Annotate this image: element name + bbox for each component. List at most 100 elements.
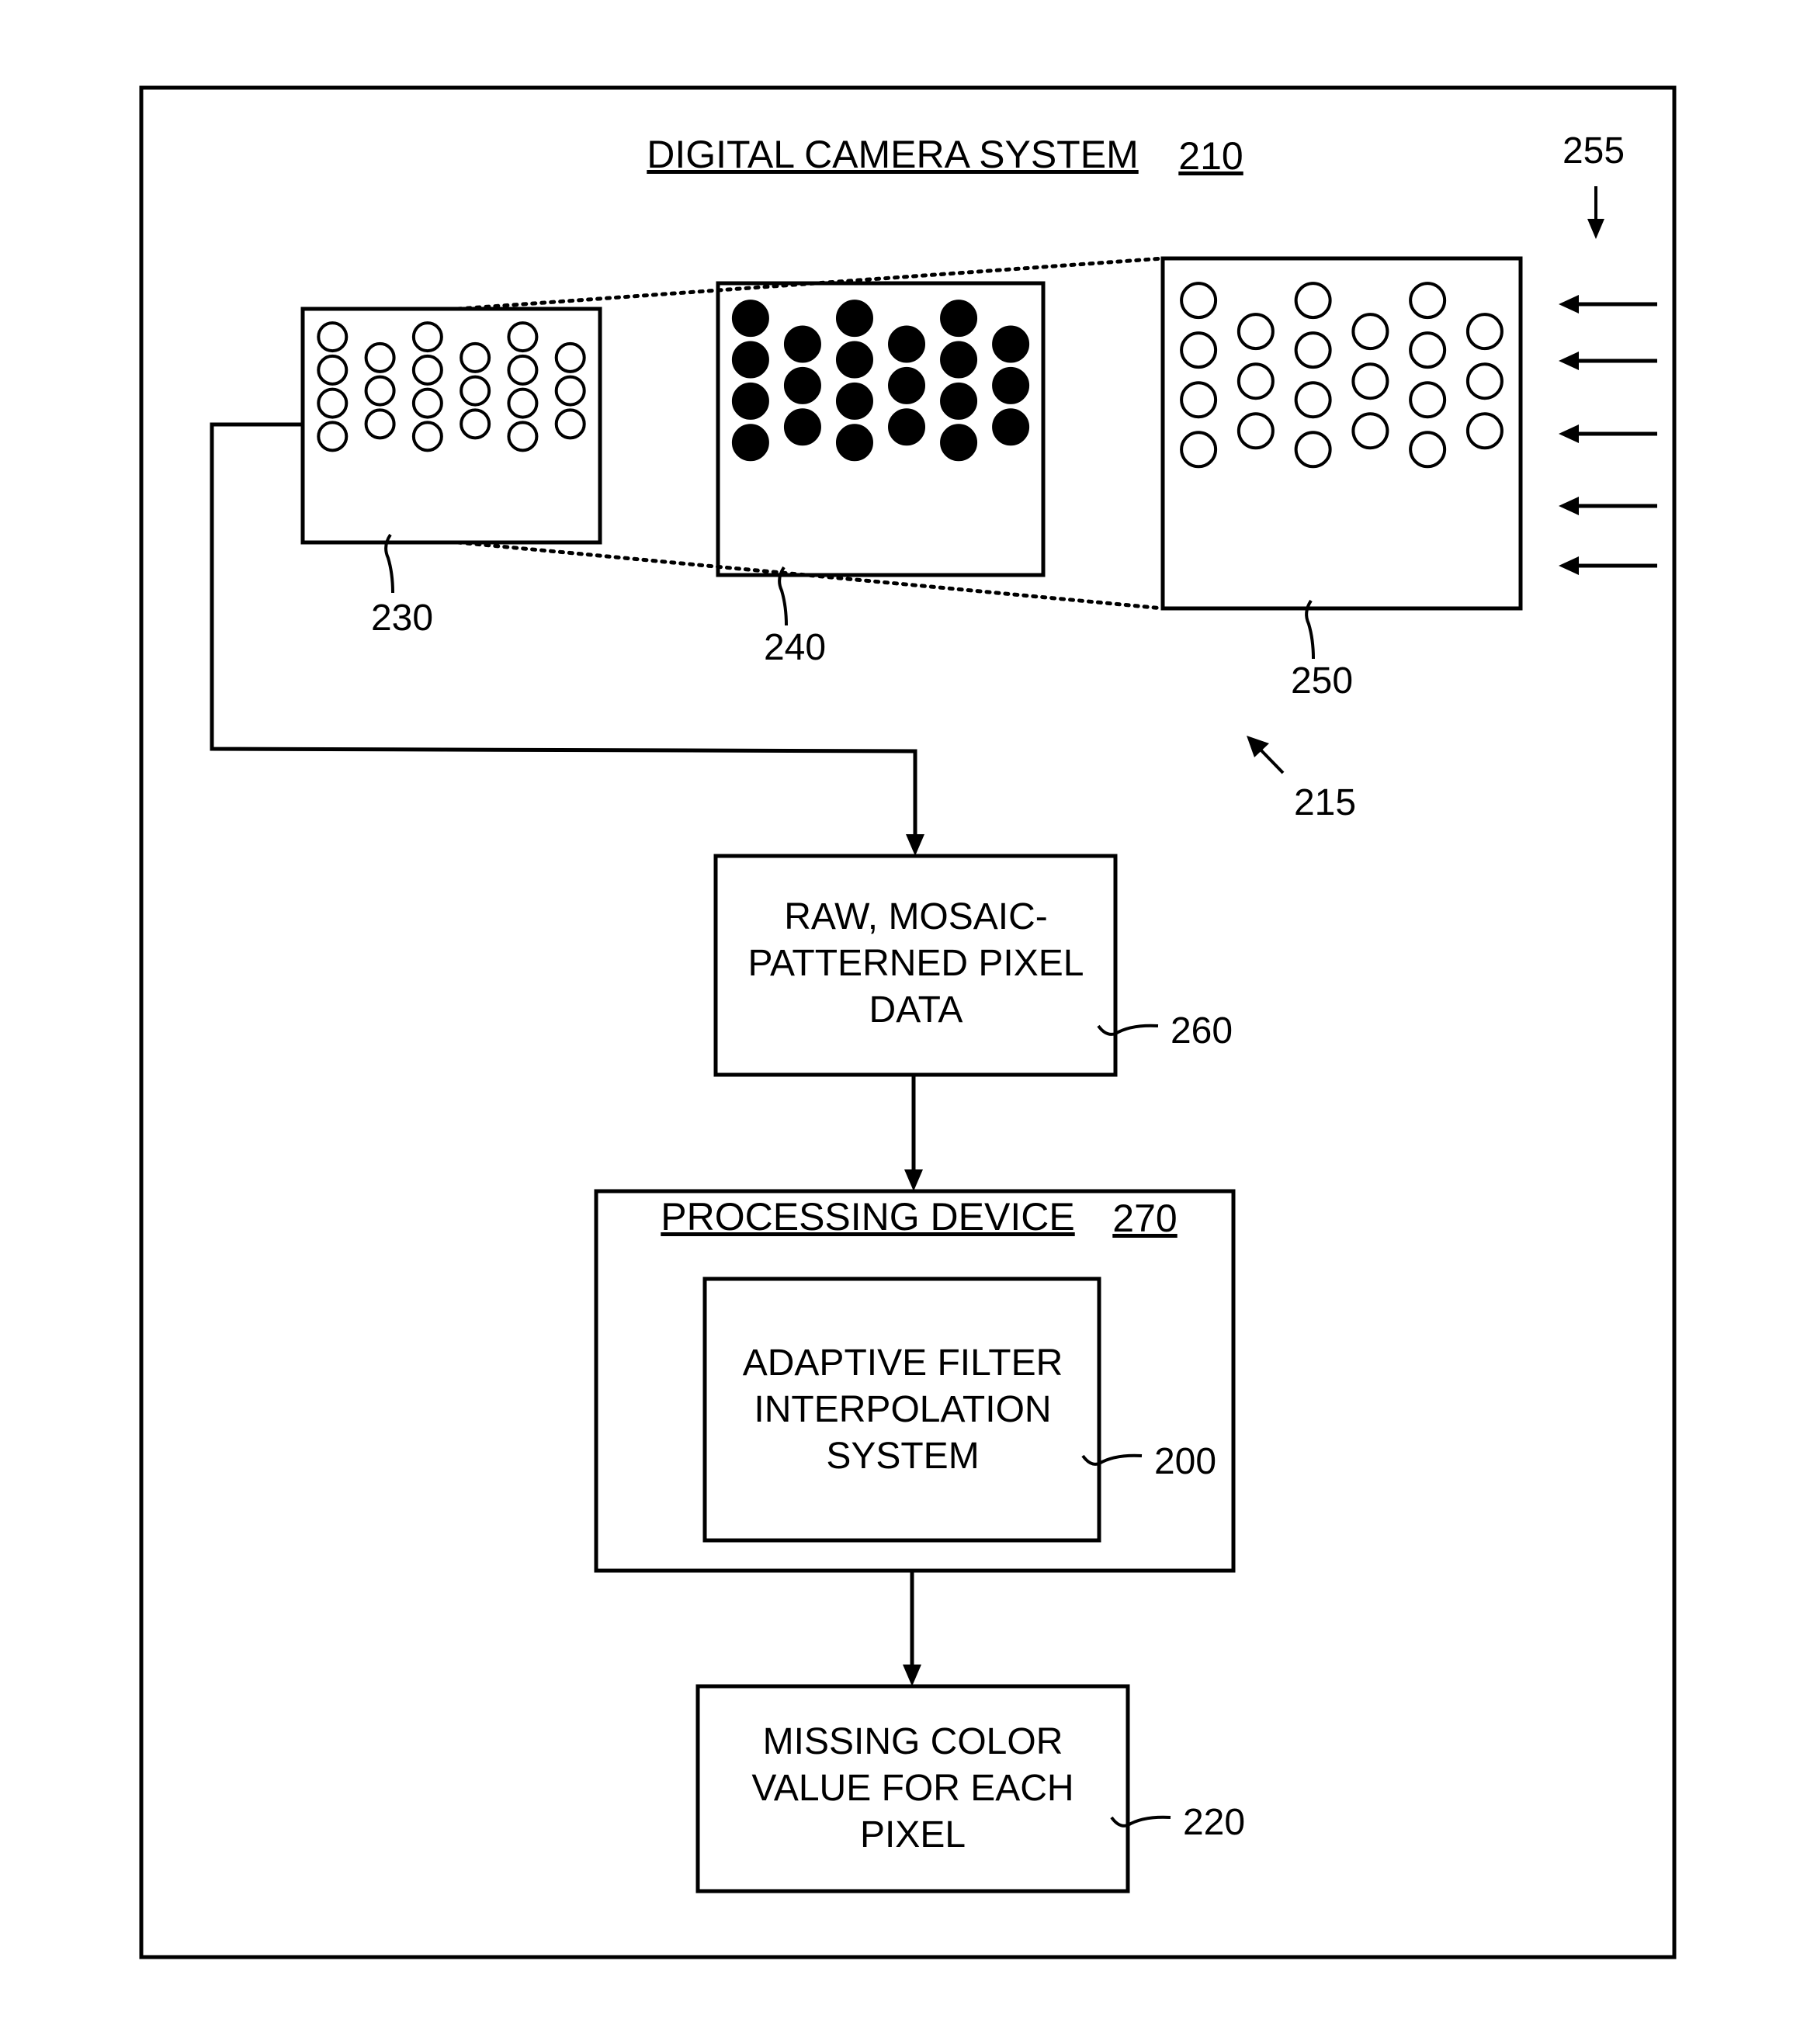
pixel-circle [317, 387, 349, 419]
pixel-circle [1351, 313, 1389, 351]
filter-element-dot [731, 382, 769, 420]
filter-element-dot [783, 408, 821, 446]
sensor-array-ref-label: 230 [371, 598, 433, 639]
filter-element-dot [731, 300, 769, 338]
pixel-circle [1465, 412, 1504, 450]
filter-element-dot [940, 382, 978, 420]
output-ref-leader [1110, 1815, 1171, 1827]
pixel-circle [1465, 362, 1504, 400]
lens-array-ref-label: 250 [1291, 660, 1353, 702]
pixel-circle [460, 341, 491, 373]
output-ref-label: 220 [1183, 1802, 1245, 1843]
incoming-light-arrows [1559, 295, 1657, 575]
filter-element-dot [940, 424, 978, 462]
pixel-circle [1180, 331, 1218, 369]
filter-element-dot [940, 300, 978, 338]
light-down-arrow [1587, 186, 1604, 239]
interpolation-ref-leader [1081, 1453, 1143, 1466]
output-text-line: MISSING COLOR [763, 1721, 1063, 1762]
interpolation-text-line: INTERPOLATION [754, 1389, 1051, 1430]
pixel-circle [364, 341, 396, 373]
filter-element-dot [835, 300, 873, 338]
filter-element-dot [992, 325, 1030, 363]
optics-ref-label: 215 [1294, 782, 1356, 823]
light-arrow [1559, 424, 1657, 443]
lens-array-layer: 250 [1160, 256, 1523, 702]
light-arrow [1559, 497, 1657, 515]
pixel-circle [507, 321, 539, 353]
pixel-circle [1409, 381, 1447, 419]
pixel-circle [1237, 412, 1275, 450]
pixel-circle [554, 375, 586, 407]
pixel-circle [411, 387, 443, 419]
pixel-circle [507, 387, 539, 419]
processing-to-output-arrow [903, 1571, 921, 1686]
raw-data-text-line: DATA [869, 989, 963, 1031]
processing-device-ref: 270 [1112, 1197, 1177, 1240]
sensor-array-layer: 230 [300, 307, 602, 639]
pixel-circle [1409, 331, 1447, 369]
raw-ref-leader [1097, 1024, 1159, 1036]
pixel-circle [1294, 282, 1332, 320]
pixel-circle [460, 408, 491, 440]
pixel-circle [1351, 362, 1389, 400]
pixel-circle [1409, 282, 1447, 320]
pixel-circle [1180, 282, 1218, 320]
system-ref: 210 [1178, 134, 1243, 178]
filter-element-dot [731, 341, 769, 379]
pixel-circle [1465, 313, 1504, 351]
filter-element-dot [888, 366, 926, 404]
patent-figure: DIGITAL CAMERA SYSTEM 210 255 230240250 … [139, 85, 1677, 1959]
pixel-circle [554, 408, 586, 440]
filter-element-dot [835, 424, 873, 462]
filter-element-dot [783, 325, 821, 363]
pixel-circle [364, 408, 396, 440]
pixel-circle [1294, 381, 1332, 419]
pixel-circle [1294, 431, 1332, 469]
pixel-circle [1180, 381, 1218, 419]
pixel-circle [507, 354, 539, 386]
pixel-circle [1237, 362, 1275, 400]
interpolation-text-line: SYSTEM [826, 1436, 979, 1477]
color-filter-array-layer: 240 [716, 281, 1046, 668]
pixel-circle [507, 421, 539, 452]
filter-element-dot [940, 341, 978, 379]
pixel-circle [317, 321, 349, 353]
raw-data-text-line: PATTERNED PIXEL [748, 943, 1084, 984]
pixel-circle [317, 354, 349, 386]
filter-element-dot [888, 325, 926, 363]
light-arrow [1559, 295, 1657, 314]
pixel-circle [1351, 412, 1389, 450]
pixel-circle [460, 375, 491, 407]
light-arrow [1559, 352, 1657, 370]
filter-element-dot [835, 341, 873, 379]
pixel-circle [1237, 313, 1275, 351]
color-filter-array-ref-label: 240 [764, 627, 826, 668]
raw-data-text-line: RAW, MOSAIC- [784, 896, 1048, 937]
output-text-line: VALUE FOR EACH [751, 1768, 1073, 1809]
interpolation-ref-label: 200 [1154, 1441, 1216, 1482]
raw-ref-label: 260 [1171, 1010, 1233, 1051]
pixel-circle [317, 421, 349, 452]
filter-element-dot [992, 408, 1030, 446]
filter-element-dot [888, 408, 926, 446]
processing-device-title: PROCESSING DEVICE [661, 1195, 1074, 1239]
interpolation-text-line: ADAPTIVE FILTER [743, 1342, 1063, 1384]
pixel-circle [554, 341, 586, 373]
filter-element-dot [835, 382, 873, 420]
optics-pointer-arrow [1247, 736, 1285, 774]
light-ref-label: 255 [1563, 130, 1625, 171]
filter-element-dot [731, 424, 769, 462]
pixel-circle [1180, 431, 1218, 469]
filter-element-dot [783, 366, 821, 404]
pixel-circle [1409, 431, 1447, 469]
filter-element-dot [992, 366, 1030, 404]
pixel-circle [411, 421, 443, 452]
pixel-circle [364, 375, 396, 407]
raw-to-processing-arrow [904, 1075, 923, 1191]
pixel-circle [1294, 331, 1332, 369]
pixel-circle [411, 321, 443, 353]
light-arrow [1559, 556, 1657, 575]
pixel-circle [411, 354, 443, 386]
system-title: DIGITAL CAMERA SYSTEM [647, 133, 1138, 176]
